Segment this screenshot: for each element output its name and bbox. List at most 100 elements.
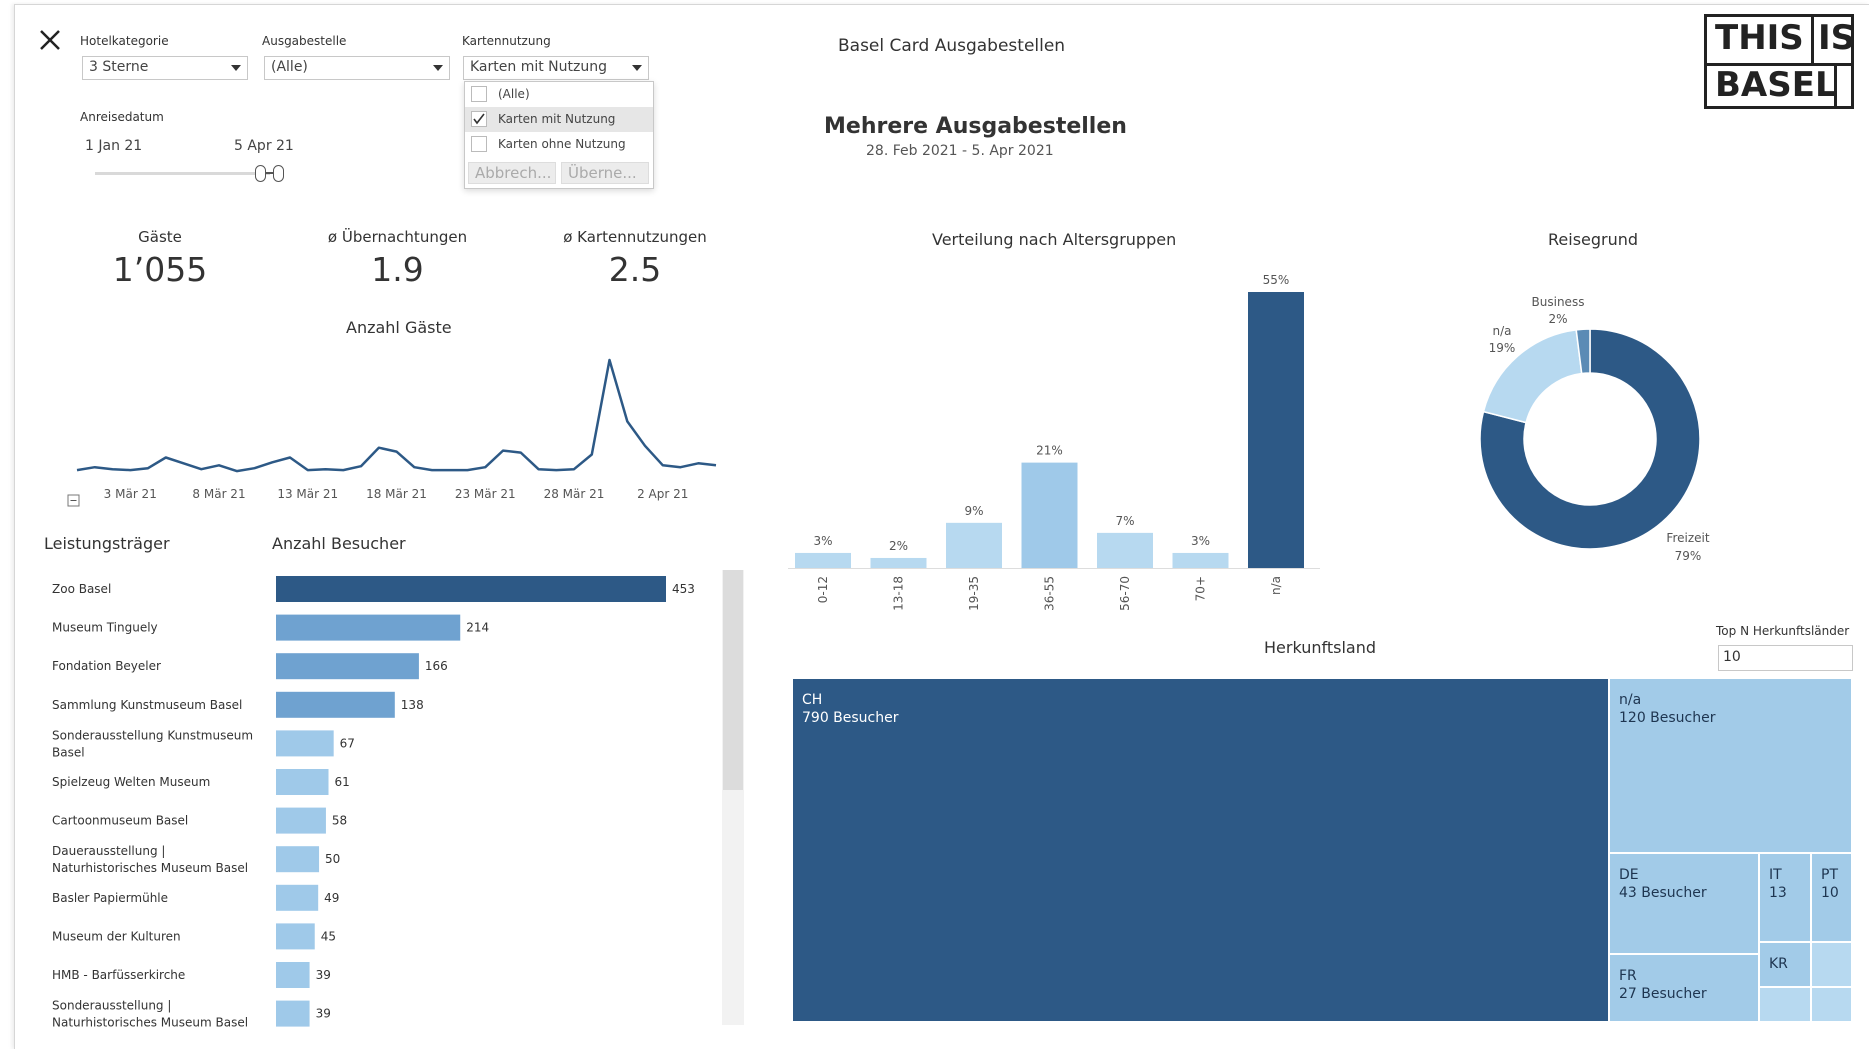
kpi-kartennutzungen-title: ø Kartennutzungen: [563, 228, 707, 246]
treemap-cell-small[interactable]: [1811, 987, 1852, 1022]
treemap-cell-ch[interactable]: CH 790 Besucher: [792, 678, 1609, 1022]
hotel-filter-select[interactable]: 3 Sterne: [82, 56, 248, 80]
bar: [276, 1000, 310, 1027]
x-tick-label: 13 Mär 21: [277, 487, 338, 501]
collapse-icon: [67, 494, 80, 507]
age-category-label: 56-70: [1118, 576, 1132, 611]
ausgabe-filter-label: Ausgabestelle: [262, 34, 347, 48]
apply-button[interactable]: Überne...: [561, 162, 649, 184]
bar: [276, 653, 419, 680]
scrollbar-track[interactable]: [722, 570, 744, 1025]
bar: [276, 807, 326, 834]
bar-value-label: 61: [335, 775, 350, 789]
kpi-gaeste-title: Gäste: [138, 228, 182, 246]
option-label: Karten ohne Nutzung: [498, 137, 626, 151]
anzahl-besucher-header: Anzahl Besucher: [272, 534, 406, 553]
slice-name-label: Freizeit: [1666, 531, 1709, 545]
treemap-cell-label: DE 43 Besucher: [1619, 867, 1707, 901]
slice-name-label: Business: [1532, 295, 1585, 309]
slider-handle-end[interactable]: [273, 165, 284, 182]
treemap-cell-na[interactable]: n/a 120 Besucher: [1609, 678, 1852, 853]
treemap-cell-label: KR: [1769, 956, 1788, 972]
age-bar: [1021, 462, 1078, 568]
bar-value-label: 45: [321, 929, 336, 943]
bar-value-label: 67: [340, 736, 355, 750]
x-tick-label: 2 Apr 21: [637, 487, 688, 501]
treemap-cell-small[interactable]: [1811, 942, 1852, 987]
dropdown-option-alle[interactable]: (Alle): [465, 82, 653, 107]
treemap-cell-pt[interactable]: PT 10: [1811, 853, 1852, 942]
age-bar: [1172, 552, 1229, 568]
category-label: Basler Papiermühle: [52, 891, 168, 905]
dashboard-title: Basel Card Ausgabestellen: [838, 36, 1066, 56]
treemap-cell-it[interactable]: IT 13: [1759, 853, 1811, 942]
cancel-button[interactable]: Abbrech...: [468, 162, 556, 184]
age-bar-label: 9%: [964, 504, 983, 518]
ausgabe-filter-select[interactable]: (Alle): [264, 56, 450, 80]
logo-text-this: THIS: [1715, 18, 1804, 58]
chevron-down-icon: [231, 65, 241, 71]
treemap-cell-kr[interactable]: KR: [1759, 942, 1811, 987]
chevron-down-icon: [632, 65, 642, 71]
bar-value-label: 138: [401, 698, 424, 712]
leistungstraeger-header: Leistungsträger: [44, 534, 170, 553]
slice-value-label: 79%: [1675, 549, 1702, 563]
scrollbar-thumb[interactable]: [723, 570, 743, 790]
age-bar: [1097, 532, 1153, 568]
checkbox[interactable]: [471, 86, 487, 102]
bar-value-label: 214: [466, 621, 489, 635]
kpi-gaeste-value: 1’055: [112, 250, 208, 289]
treemap-title: Herkunftsland: [1264, 638, 1377, 657]
karten-filter-select[interactable]: Karten mit Nutzung: [463, 56, 649, 80]
treemap-cell-fr[interactable]: FR 27 Besucher: [1609, 954, 1759, 1022]
bar-value-label: 39: [316, 968, 331, 982]
age-bar: [946, 522, 1002, 568]
anreise-label: Anreisedatum: [80, 110, 164, 124]
category-label: Sammlung Kunstmuseum Basel: [52, 698, 242, 712]
treemap-cell-label: IT 13: [1769, 867, 1787, 901]
slice-value-label: 19%: [1489, 341, 1516, 355]
line-chart: 3 Mär 21 8 Mär 21 13 Mär 21 18 Mär 21 23 Mär…: [67, 358, 717, 507]
category-label: Dauerausstellung | Naturhistorisches Muse…: [52, 844, 248, 875]
age-bar-chart: 3% 0-12 2% 13-18 9% 19-35 21% 36-55 7% 56-70 3% 70+…: [788, 273, 1320, 611]
hotel-filter-value: 3 Sterne: [89, 59, 149, 75]
x-tick-label: 23 Mär 21: [455, 487, 516, 501]
bar: [276, 884, 319, 911]
age-category-label: 19-35: [967, 576, 981, 611]
checkbox-checked[interactable]: [471, 111, 487, 127]
x-tick-label: 18 Mär 21: [366, 487, 427, 501]
dropdown-option-mit-nutzung[interactable]: Karten mit Nutzung: [465, 107, 653, 132]
bar-value-label: 39: [316, 1007, 331, 1021]
category-label: Cartoonmuseum Basel: [52, 814, 188, 828]
bar: [276, 769, 329, 795]
option-label: Karten mit Nutzung: [498, 112, 616, 126]
slice-name-label: n/a: [1492, 324, 1511, 338]
date-range-subtitle: 28. Feb 2021 - 5. Apr 2021: [866, 143, 1054, 159]
topn-input[interactable]: 10: [1718, 645, 1853, 671]
slice-value-label: 2%: [1548, 312, 1567, 326]
category-label: Museum der Kulturen: [52, 929, 181, 943]
treemap-cell-label: FR 27 Besucher: [1619, 968, 1707, 1002]
line-chart-title: Anzahl Gäste: [346, 318, 452, 337]
close-icon[interactable]: [38, 28, 62, 52]
treemap-cell-label: n/a 120 Besucher: [1619, 692, 1716, 726]
logo-text-is: IS: [1818, 18, 1856, 58]
age-bar-label: 21%: [1036, 444, 1063, 458]
anreise-end: 5 Apr 21: [234, 138, 294, 154]
age-category-label: 0-12: [816, 576, 830, 603]
page-title: Mehrere Ausgabestellen: [824, 114, 1127, 139]
age-bar: [1248, 292, 1304, 568]
karten-filter-value: Karten mit Nutzung: [470, 59, 607, 75]
dropdown-option-ohne-nutzung[interactable]: Karten ohne Nutzung: [465, 132, 653, 157]
checkbox[interactable]: [471, 136, 487, 152]
date-range-slider[interactable]: [95, 164, 300, 184]
kpi-kartennutzungen-value: 2.5: [608, 250, 662, 289]
treemap-cell-small[interactable]: [1759, 987, 1811, 1022]
treemap-cell-de[interactable]: DE 43 Besucher: [1609, 853, 1759, 954]
logo-text-basel: BASEL: [1715, 65, 1837, 105]
anreise-start: 1 Jan 21: [85, 138, 143, 154]
ausgabe-filter-value: (Alle): [271, 59, 308, 75]
bar: [276, 923, 315, 950]
line-series: [76, 358, 717, 473]
reisegrund-donut-chart: Freizeit 79% n/a 19% Business 2%: [1479, 295, 1710, 563]
